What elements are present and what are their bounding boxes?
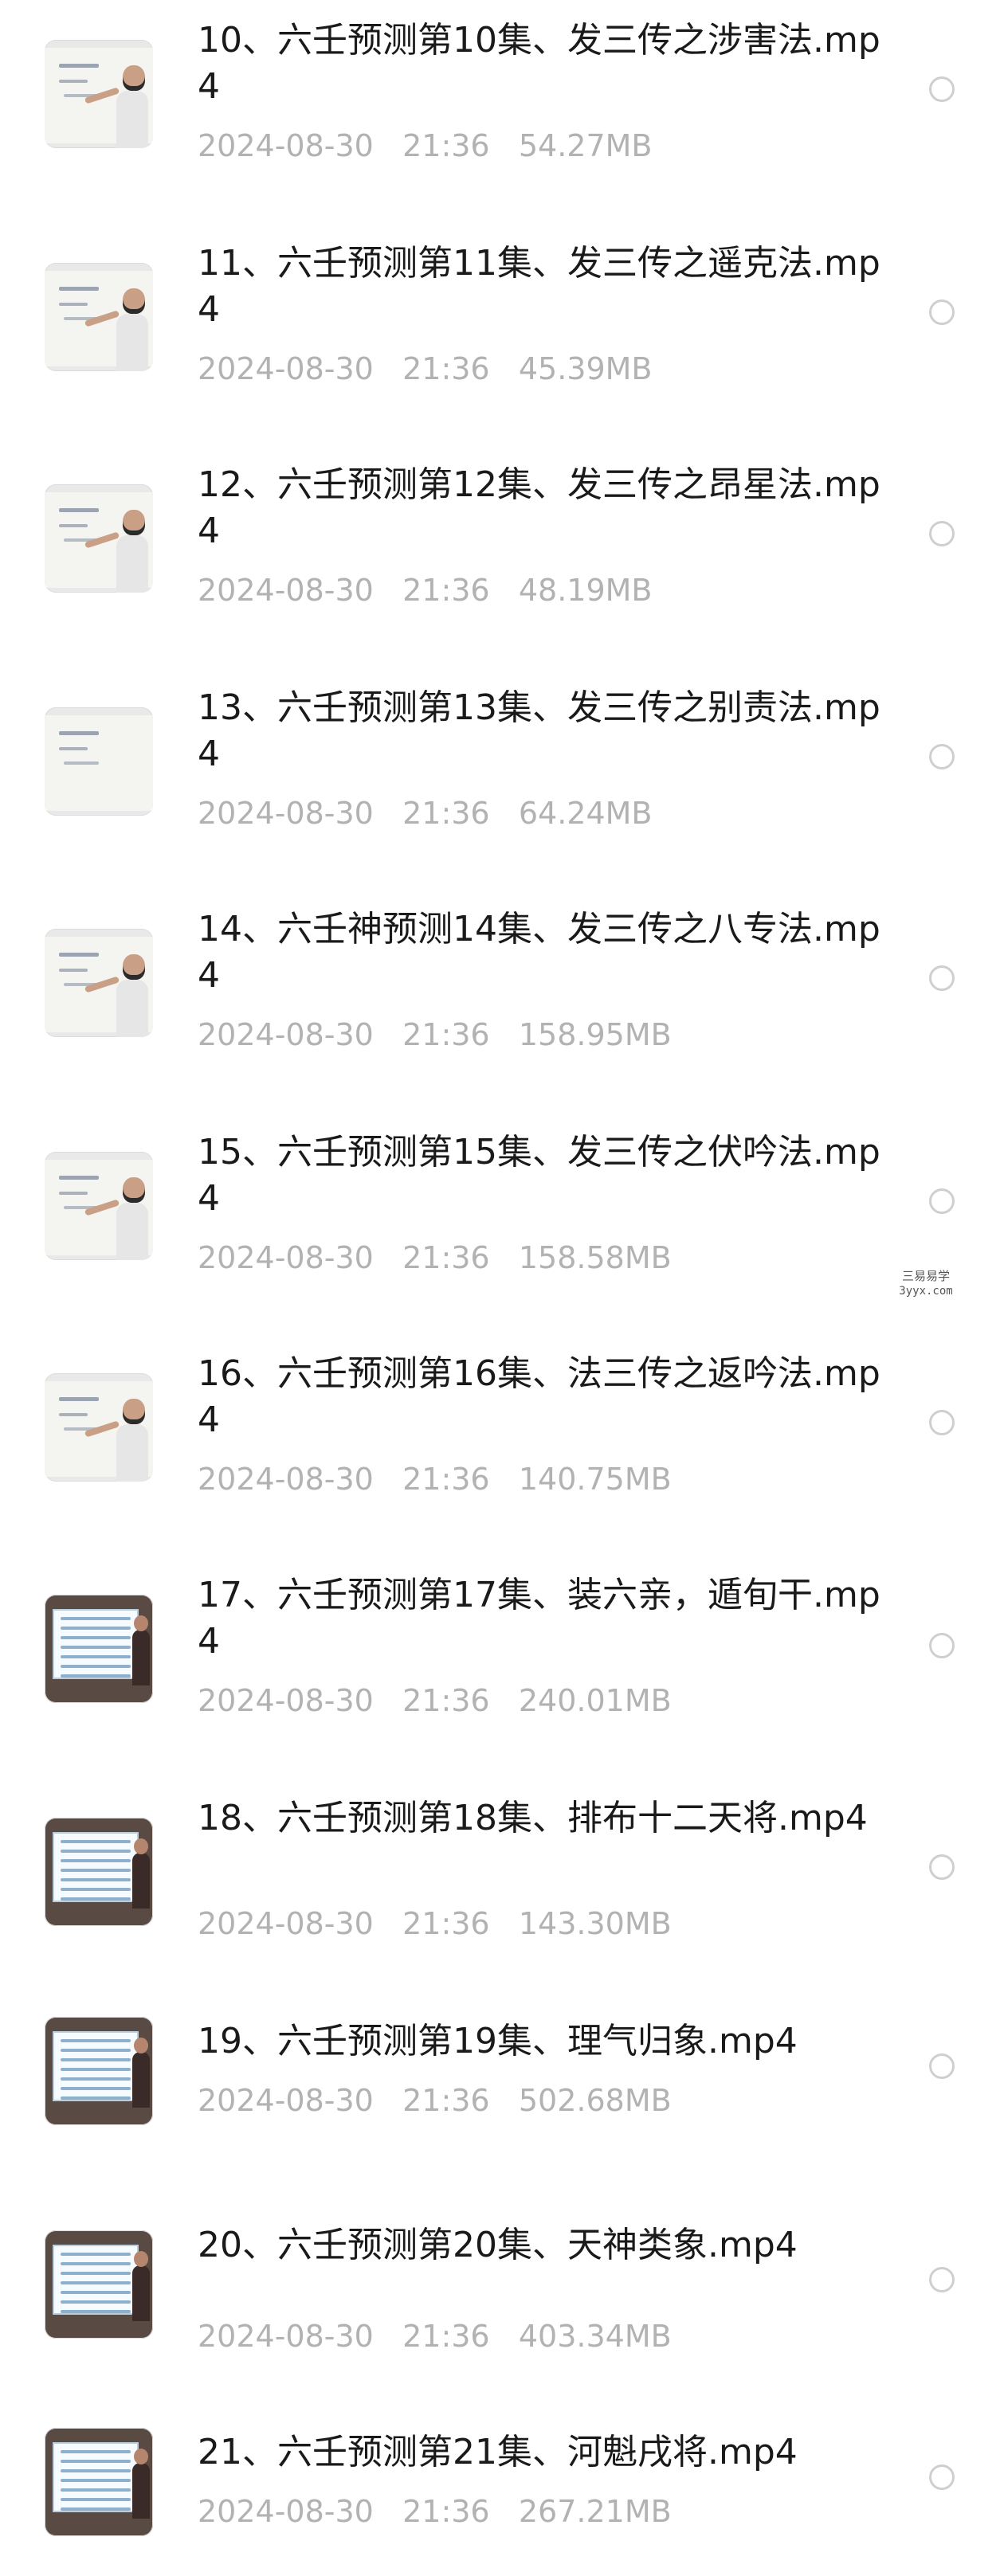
file-size: 143.30MB bbox=[518, 1906, 672, 1941]
video-thumbnail bbox=[45, 2017, 153, 2125]
file-meta: 2024-08-30 21:36 140.75MB bbox=[198, 1461, 672, 1497]
file-date: 2024-08-30 bbox=[198, 128, 374, 163]
watermark-text: 三易易学 bbox=[901, 1269, 950, 1283]
file-name: 14、六壬神预测14集、发三传之八专法.mp4 bbox=[198, 909, 880, 996]
file-name: 15、六壬预测第15集、发三传之伏吟法.mp4 bbox=[198, 1132, 880, 1219]
file-size: 403.34MB bbox=[518, 2319, 672, 2354]
file-size: 64.24MB bbox=[518, 796, 653, 831]
file-size: 267.21MB bbox=[518, 2494, 672, 2529]
file-time: 21:36 bbox=[402, 796, 490, 831]
file-meta: 2024-08-30 21:36 267.21MB bbox=[198, 2493, 672, 2530]
file-date: 2024-08-30 bbox=[198, 1906, 374, 1941]
file-time: 21:36 bbox=[402, 351, 490, 386]
file-name: 16、六壬预测第16集、法三传之返吟法.mp4 bbox=[198, 1353, 880, 1440]
file-size: 502.68MB bbox=[518, 2083, 672, 2118]
file-date: 2024-08-30 bbox=[198, 351, 374, 386]
file-time: 21:36 bbox=[402, 1462, 490, 1497]
video-thumbnail bbox=[45, 1373, 153, 1482]
file-name: 12、六壬预测第12集、发三传之昂星法.mp4 bbox=[198, 464, 880, 551]
file-meta: 2024-08-30 21:36 48.19MB bbox=[198, 572, 653, 609]
file-date: 2024-08-30 bbox=[198, 2083, 374, 2118]
file-date: 2024-08-30 bbox=[198, 796, 374, 831]
file-time: 21:36 bbox=[402, 128, 490, 163]
file-time: 21:36 bbox=[402, 1240, 490, 1275]
file-meta: 2024-08-30 21:36 502.68MB bbox=[198, 2082, 672, 2119]
file-date: 2024-08-30 bbox=[198, 1017, 374, 1052]
video-thumbnail bbox=[45, 1152, 153, 1260]
file-meta: 2024-08-30 21:36 64.24MB bbox=[198, 795, 653, 832]
file-size: 48.19MB bbox=[518, 573, 653, 608]
select-radio[interactable] bbox=[929, 2053, 955, 2079]
video-thumbnail bbox=[45, 2428, 153, 2536]
file-time: 21:36 bbox=[402, 1906, 490, 1941]
file-name: 17、六壬预测第17集、装六亲，遁旬干.mp4 bbox=[198, 1575, 880, 1662]
video-thumbnail bbox=[45, 263, 153, 371]
select-radio[interactable] bbox=[929, 744, 955, 769]
file-size: 240.01MB bbox=[518, 1683, 672, 1718]
file-meta: 2024-08-30 21:36 403.34MB bbox=[198, 2318, 672, 2355]
select-radio[interactable] bbox=[929, 1188, 955, 1214]
file-name: 11、六壬预测第11集、发三传之遥克法.mp4 bbox=[198, 243, 880, 330]
file-date: 2024-08-30 bbox=[198, 1462, 374, 1497]
watermark: 三易易学 3yyx.com bbox=[886, 1268, 966, 1298]
select-radio[interactable] bbox=[929, 299, 955, 325]
file-time: 21:36 bbox=[402, 573, 490, 608]
file-meta: 2024-08-30 21:36 143.30MB bbox=[198, 1905, 672, 1942]
select-radio[interactable] bbox=[929, 2267, 955, 2292]
file-date: 2024-08-30 bbox=[198, 1683, 374, 1718]
file-meta: 2024-08-30 21:36 45.39MB bbox=[198, 350, 653, 387]
file-name: 19、六壬预测第19集、理气归象.mp4 bbox=[198, 2021, 798, 2061]
select-radio[interactable] bbox=[929, 1854, 955, 1880]
file-name: 20、六壬预测第20集、天神类象.mp4 bbox=[198, 2225, 798, 2265]
file-time: 21:36 bbox=[402, 2319, 490, 2354]
file-meta: 2024-08-30 21:36 54.27MB bbox=[198, 127, 653, 164]
file-name: 18、六壬预测第18集、排布十二天将.mp4 bbox=[198, 1798, 868, 1838]
select-radio[interactable] bbox=[929, 1410, 955, 1435]
select-radio[interactable] bbox=[929, 1633, 955, 1658]
video-thumbnail bbox=[45, 929, 153, 1037]
file-size: 158.58MB bbox=[518, 1240, 672, 1275]
file-date: 2024-08-30 bbox=[198, 573, 374, 608]
file-time: 21:36 bbox=[402, 1017, 490, 1052]
file-size: 158.95MB bbox=[518, 1017, 672, 1052]
file-list: 10、六壬预测第10集、发三传之涉害法.mp4 2024-08-30 21:36 … bbox=[0, 0, 1004, 2576]
file-meta: 2024-08-30 21:36 240.01MB bbox=[198, 1682, 672, 1719]
watermark-url: 3yyx.com bbox=[899, 1285, 953, 1298]
video-thumbnail bbox=[45, 1595, 153, 1703]
select-radio[interactable] bbox=[929, 2464, 955, 2490]
select-radio[interactable] bbox=[929, 76, 955, 102]
file-name: 13、六壬预测第13集、发三传之别责法.mp4 bbox=[198, 687, 880, 774]
video-thumbnail bbox=[45, 1818, 153, 1926]
video-thumbnail bbox=[45, 2230, 153, 2339]
file-size: 140.75MB bbox=[518, 1462, 672, 1497]
file-size: 45.39MB bbox=[518, 351, 653, 386]
file-meta: 2024-08-30 21:36 158.58MB bbox=[198, 1239, 672, 1276]
select-radio[interactable] bbox=[929, 965, 955, 991]
file-time: 21:36 bbox=[402, 2494, 490, 2529]
video-thumbnail bbox=[45, 40, 153, 148]
file-date: 2024-08-30 bbox=[198, 2494, 374, 2529]
file-date: 2024-08-30 bbox=[198, 1240, 374, 1275]
select-radio[interactable] bbox=[929, 521, 955, 546]
file-size: 54.27MB bbox=[518, 128, 653, 163]
file-meta: 2024-08-30 21:36 158.95MB bbox=[198, 1016, 672, 1053]
file-name: 10、六壬预测第10集、发三传之涉害法.mp4 bbox=[198, 20, 880, 107]
file-date: 2024-08-30 bbox=[198, 2319, 374, 2354]
file-name: 21、六壬预测第21集、河魁戌将.mp4 bbox=[198, 2432, 798, 2472]
file-time: 21:36 bbox=[402, 2083, 490, 2118]
video-thumbnail bbox=[45, 484, 153, 593]
video-thumbnail bbox=[45, 707, 153, 816]
file-time: 21:36 bbox=[402, 1683, 490, 1718]
